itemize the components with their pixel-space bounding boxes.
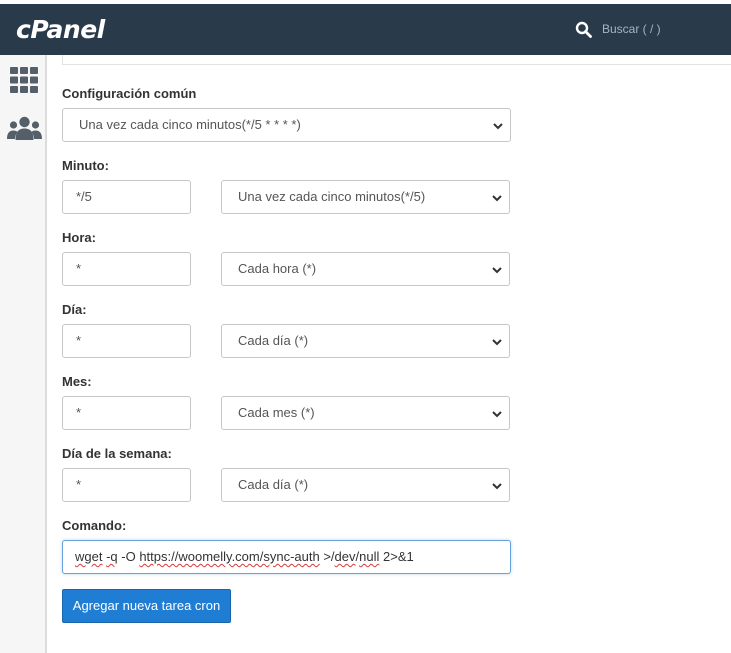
chevron-down-icon	[492, 195, 502, 202]
day-select-value: Cada día (*)	[238, 333, 309, 348]
weekday-select[interactable]: Cada día (*)	[221, 468, 510, 502]
command-text-part: -O	[117, 549, 140, 564]
month-input[interactable]: *	[62, 396, 191, 430]
search-icon[interactable]	[575, 21, 592, 38]
day-input[interactable]: *	[62, 324, 191, 358]
day-select[interactable]: Cada día (*)	[221, 324, 510, 358]
day-label: Día:	[62, 302, 87, 317]
top-bar: cPanel Buscar ( / )	[0, 4, 731, 55]
command-input[interactable]: wget -q -O https://woomelly.com/sync-aut…	[62, 540, 511, 574]
common-settings-label: Configuración común	[62, 86, 197, 101]
hour-label: Hora:	[62, 230, 96, 245]
chevron-down-icon	[492, 267, 502, 274]
chevron-down-icon	[493, 123, 503, 130]
month-label: Mes:	[62, 374, 92, 389]
left-sidebar	[0, 55, 47, 653]
weekday-label: Día de la semana:	[62, 446, 172, 461]
minute-select-value: Una vez cada cinco minutos(*/5)	[238, 189, 426, 204]
hour-select[interactable]: Cada hora (*)	[221, 252, 510, 286]
command-text-part: https://woomelly.com/sync-auth	[139, 549, 320, 564]
common-settings-value: Una vez cada cinco minutos(*/5 * * * *)	[79, 117, 301, 132]
panel-top-edge	[62, 55, 731, 65]
search-input[interactable]: Buscar ( / )	[602, 22, 661, 36]
users-icon[interactable]	[7, 115, 42, 141]
minute-input[interactable]: */5	[62, 180, 191, 214]
chevron-down-icon	[492, 411, 502, 418]
hour-input[interactable]: *	[62, 252, 191, 286]
minute-select[interactable]: Una vez cada cinco minutos(*/5)	[221, 180, 510, 214]
command-text-part: wget	[75, 549, 103, 564]
command-text-part: >/	[319, 549, 335, 564]
apps-grid-icon[interactable]	[10, 67, 38, 93]
weekday-input[interactable]: *	[62, 468, 191, 502]
hour-select-value: Cada hora (*)	[238, 261, 317, 276]
command-text-part: dev	[334, 549, 356, 564]
command-label: Comando:	[62, 518, 127, 533]
chevron-down-icon	[492, 483, 502, 490]
month-select[interactable]: Cada mes (*)	[221, 396, 510, 430]
minute-label: Minuto:	[62, 158, 109, 173]
add-cron-job-button[interactable]: Agregar nueva tarea cron	[62, 589, 231, 623]
weekday-select-value: Cada día (*)	[238, 477, 309, 492]
month-select-value: Cada mes (*)	[238, 405, 315, 420]
chevron-down-icon	[492, 339, 502, 346]
cpanel-logo[interactable]: cPanel	[16, 15, 105, 44]
common-settings-select[interactable]: Una vez cada cinco minutos(*/5 * * * *)	[62, 108, 511, 142]
command-text-part: -q	[106, 549, 118, 564]
command-text-part: 2>&1	[379, 549, 414, 564]
command-text-part: null	[359, 549, 380, 564]
